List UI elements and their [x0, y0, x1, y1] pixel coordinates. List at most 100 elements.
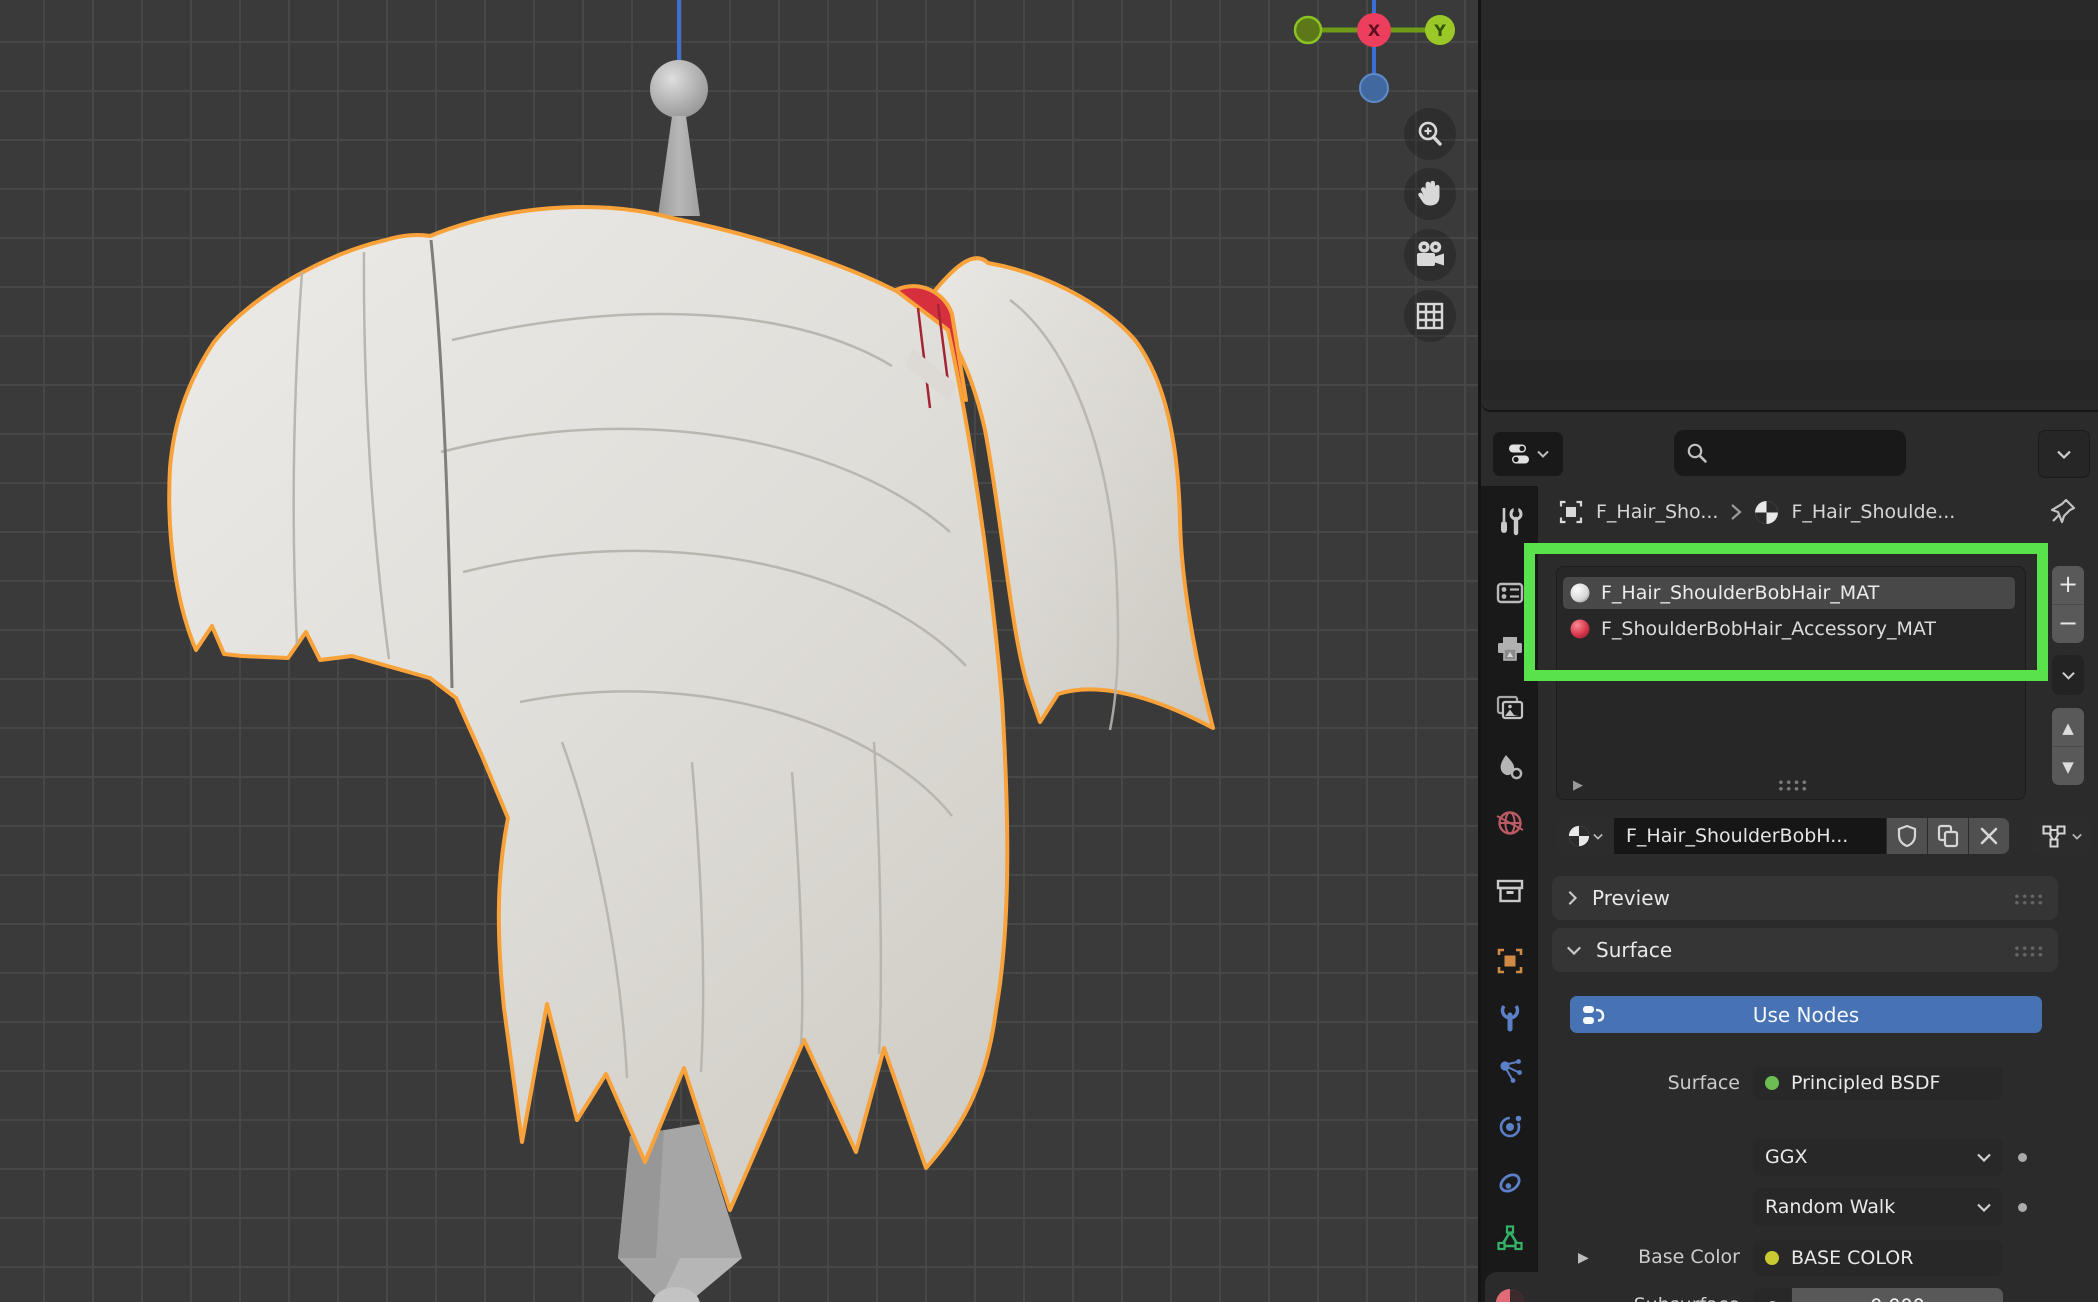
hair-main: [169, 207, 1007, 1210]
tab-render[interactable]: [1488, 573, 1532, 613]
tab-tool[interactable]: [1488, 501, 1532, 541]
preview-panel-header[interactable]: Preview: [1552, 876, 2058, 920]
viewport-camera-button[interactable]: [1404, 229, 1456, 281]
modifiers-wrench-icon: [1495, 1002, 1525, 1032]
subsurface-slider[interactable]: 0.000: [1792, 1288, 2003, 1302]
panel-drag-grip[interactable]: [2013, 944, 2044, 957]
tab-particles[interactable]: [1488, 1051, 1532, 1091]
armature-top-bone[interactable]: [650, 0, 708, 216]
slot-add-remove-group: + −: [2052, 566, 2084, 643]
viewport-grid-button[interactable]: [1404, 290, 1456, 342]
search-input[interactable]: [1674, 430, 1906, 476]
viewport-pan-button[interactable]: [1404, 168, 1456, 220]
tab-collection[interactable]: [1488, 871, 1532, 911]
decorator-dot[interactable]: [2018, 1153, 2027, 1162]
chevron-down-icon: [2062, 671, 2075, 680]
tab-world[interactable]: [1488, 803, 1532, 843]
tool-icon: [1495, 506, 1525, 536]
move-slot-up-button[interactable]: ▲: [2052, 708, 2084, 746]
shader-socket-dot-green: [1765, 1076, 1779, 1090]
gizmo-axis-neg-z[interactable]: [1360, 74, 1388, 102]
decorator-dot[interactable]: [2018, 1203, 2027, 1212]
material-slot-row-selected[interactable]: F_Hair_ShoulderBobHair_MAT: [1563, 577, 2015, 609]
panel-drag-grip[interactable]: [2013, 892, 2044, 905]
move-slot-down-button[interactable]: ▼: [2052, 746, 2084, 785]
chevron-right-icon: [1730, 503, 1742, 521]
shield-icon: [1896, 824, 1918, 848]
subsurface-label: Subsurface: [1538, 1294, 1740, 1302]
use-nodes-label: Use Nodes: [1753, 1003, 1859, 1027]
material-preview-sphere-red: [1569, 618, 1591, 640]
object-icon: [1495, 946, 1525, 976]
breadcrumb-object[interactable]: F_Hair_Sho...: [1596, 501, 1718, 523]
hair-object[interactable]: [169, 207, 1213, 1210]
slot-move-group: ▲ ▼: [2052, 708, 2084, 785]
header-menu-button[interactable]: [2038, 430, 2090, 478]
browse-material-button[interactable]: [1556, 818, 1614, 854]
add-slot-button[interactable]: +: [2052, 566, 2084, 604]
svg-text:Y: Y: [1433, 21, 1446, 40]
material-slot-row[interactable]: F_ShoulderBobHair_Accessory_MAT: [1563, 613, 2015, 645]
subsurface-socket-button[interactable]: [1753, 1288, 1791, 1302]
tab-view-layer[interactable]: [1488, 689, 1532, 729]
material-slot-list[interactable]: F_Hair_ShoulderBobHair_MAT F_ShoulderBob…: [1556, 566, 2026, 800]
new-material-button[interactable]: [1928, 818, 1968, 854]
properties-header: [1481, 412, 2098, 486]
tab-output[interactable]: [1488, 629, 1532, 669]
tab-object-data[interactable]: [1488, 1220, 1532, 1260]
material-properties-content: F_Hair_Sho... F_Hair_Shoulde...: [1538, 486, 2098, 1302]
preview-panel-title: Preview: [1592, 886, 1670, 910]
breadcrumb-material[interactable]: F_Hair_Shoulde...: [1791, 501, 1955, 523]
surface-panel-header[interactable]: Surface: [1552, 928, 2058, 972]
tab-physics[interactable]: [1488, 1107, 1532, 1147]
editor-type-button[interactable]: [1493, 432, 1563, 476]
nodes-icon: [1580, 1002, 1606, 1028]
pan-hand-icon: [1413, 177, 1447, 211]
gizmo-axis-y[interactable]: Y: [1425, 15, 1455, 45]
physics-icon: [1495, 1112, 1525, 1142]
subsurface-method-dropdown[interactable]: Random Walk: [1753, 1188, 2003, 1226]
material-slot-name: F_ShoulderBobHair_Accessory_MAT: [1601, 618, 1936, 640]
surface-shader-button[interactable]: Principled BSDF: [1753, 1066, 2003, 1100]
unlink-material-button[interactable]: [1969, 818, 2009, 854]
distribution-dropdown[interactable]: GGX: [1753, 1138, 2003, 1176]
svg-text:X: X: [1368, 21, 1381, 40]
list-resize-grip[interactable]: [1777, 778, 1808, 791]
output-printer-icon: [1495, 634, 1525, 664]
link-material-menu-button[interactable]: [2030, 818, 2092, 854]
gizmo-axis-x[interactable]: X: [1357, 13, 1391, 47]
properties-editor-icon: [1507, 441, 1533, 467]
hair-mesh-scene: [0, 0, 1478, 1302]
material-slot-name: F_Hair_ShoulderBobHair_MAT: [1601, 582, 1879, 604]
render-camera-icon: [1495, 578, 1525, 608]
pin-icon: [2048, 496, 2078, 526]
base-color-input[interactable]: BASE COLOR: [1753, 1240, 2003, 1276]
color-socket-dot-yellow: [1765, 1251, 1779, 1265]
material-ball-icon: [1754, 500, 1779, 525]
tab-constraints[interactable]: [1488, 1163, 1532, 1203]
viewport-zoom-button[interactable]: [1404, 108, 1456, 160]
empty-panel: [1481, 0, 2098, 412]
material-name-field[interactable]: F_Hair_ShoulderBobH...: [1614, 818, 1886, 854]
tab-object[interactable]: [1488, 941, 1532, 981]
fake-user-button[interactable]: [1887, 818, 1927, 854]
pin-id-button[interactable]: [2048, 496, 2078, 526]
material-ball-icon: [1568, 825, 1590, 847]
chevron-down-icon: [1977, 1203, 1991, 1212]
tab-scene[interactable]: [1488, 747, 1532, 787]
material-datablock-row: F_Hair_ShoulderBobH...: [1556, 818, 2009, 854]
tab-material[interactable]: [1488, 1283, 1532, 1302]
slot-specials-menu-button[interactable]: [2052, 655, 2084, 695]
list-filter-toggle[interactable]: ▶: [1573, 778, 1583, 793]
duplicate-icon: [1936, 824, 1960, 848]
tab-modifiers[interactable]: [1488, 997, 1532, 1037]
remove-slot-button[interactable]: −: [2052, 604, 2084, 643]
surface-panel-title: Surface: [1596, 938, 1672, 962]
navigation-gizmo[interactable]: X Y: [1280, 0, 1470, 115]
3d-viewport[interactable]: X Y: [0, 0, 1478, 1302]
search-icon: [1686, 442, 1708, 464]
gizmo-axis-neg-y[interactable]: [1295, 17, 1321, 43]
particles-icon: [1495, 1056, 1525, 1086]
close-icon: [1979, 826, 1999, 846]
use-nodes-button[interactable]: Use Nodes: [1570, 996, 2042, 1033]
